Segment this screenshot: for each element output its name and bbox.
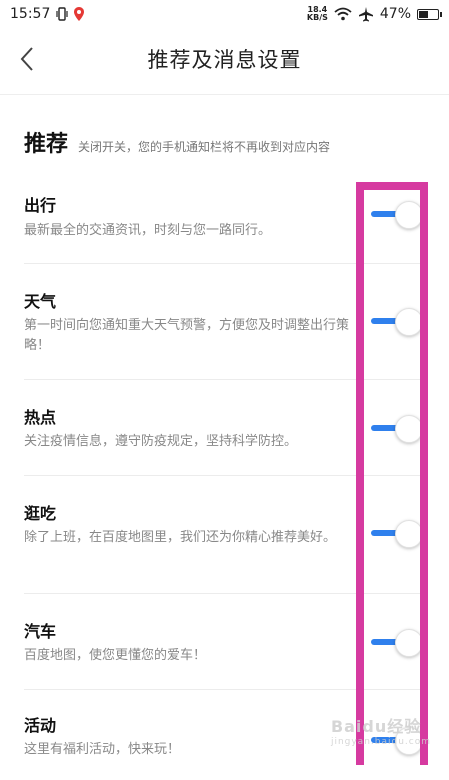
setting-title: 活动 [24,716,57,735]
section-title: 推荐 [24,132,69,157]
setting-description: 百度地图，使您更懂您的爱车！ [24,648,207,663]
net-speed-unit: KB/S [306,13,328,22]
setting-title: 天气 [24,292,57,311]
watermark-brand: Baidu经验 [330,717,422,736]
app-header: 推荐及消息设置 [0,28,449,95]
section-heading: 推荐 关闭开关，您的手机通知栏将不再收到对应内容 [24,126,330,158]
setting-title: 出行 [24,196,57,215]
status-right: 18.4 KB/S 47% [307,6,442,22]
setting-description: 关注疫情信息，遵守防疫规定，坚持科学防控。 [24,434,298,449]
setting-title: 逛吃 [24,504,57,523]
wifi-icon [334,7,352,21]
status-left: 15:57 [10,6,85,22]
watermark-url: jingyan.baidu.com [330,737,431,747]
watermark: Baidu经验 jingyan.baidu.com [331,713,431,747]
battery-fill [419,10,429,18]
page-title: 推荐及消息设置 [147,48,302,72]
setting-description: 除了上班，在百度地图里，我们还为你精心推荐美好。 [24,530,337,545]
vibrate-icon [56,7,68,21]
setting-description: 这里有福利活动，快来玩！ [24,742,181,757]
airplane-icon [358,7,373,22]
battery-percent: 47% [379,6,411,22]
battery-icon [417,8,442,20]
net-speed: 18.4 KB/S [307,6,328,22]
location-pin-icon [74,7,85,21]
setting-title: 热点 [24,408,57,427]
setting-title: 汽车 [24,622,57,641]
status-bar: 15:57 18.4 KB/S 47% [0,0,449,28]
section-subtitle: 关闭开关，您的手机通知栏将不再收到对应内容 [78,140,331,154]
setting-description: 最新最全的交通资讯，时刻与您一路同行。 [24,223,272,238]
status-time: 15:57 [10,6,51,22]
setting-description: 第一时间向您通知重大天气预警，方便您及时调整出行策略！ [24,318,350,353]
highlight-frame [356,182,428,765]
